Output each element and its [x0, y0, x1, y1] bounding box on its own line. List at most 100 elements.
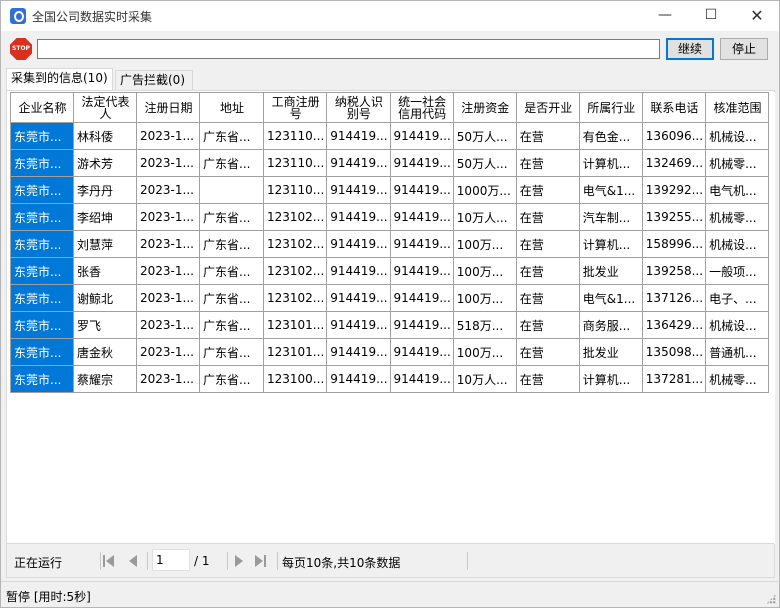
table-cell[interactable]: 计算机... — [578, 149, 643, 177]
table-cell[interactable]: 广东省... — [199, 149, 264, 177]
table-cell[interactable]: 914419... — [326, 149, 391, 177]
table-cell[interactable]: 2023-1... — [136, 122, 200, 150]
table-cell[interactable]: 刘慧萍 — [73, 230, 137, 258]
table-cell[interactable]: 广东省... — [199, 311, 264, 339]
table-cell[interactable]: 汽车制... — [578, 203, 643, 231]
table-cell[interactable] — [199, 176, 264, 204]
next-page-icon[interactable] — [233, 555, 245, 567]
table-cell[interactable]: 广东省... — [199, 284, 264, 312]
table-cell[interactable]: 132469... — [641, 149, 707, 177]
prev-page-icon[interactable] — [127, 555, 139, 567]
table-cell[interactable]: 2023-1... — [136, 257, 200, 285]
table-cell[interactable]: 10万人... — [452, 365, 517, 393]
column-header[interactable]: 企业名称 — [10, 92, 74, 123]
table-cell[interactable]: 在营 — [515, 257, 580, 285]
table-cell[interactable]: 123102... — [262, 230, 328, 258]
table-cell[interactable]: 东莞市... — [10, 122, 74, 150]
table-cell[interactable]: 123100... — [262, 365, 328, 393]
table-cell[interactable]: 139258... — [641, 257, 707, 285]
url-input[interactable] — [37, 39, 660, 59]
column-header[interactable]: 联系电话 — [641, 92, 707, 123]
table-cell[interactable]: 10万人... — [452, 203, 517, 231]
table-cell[interactable]: 东莞市... — [10, 311, 74, 339]
table-cell[interactable]: 914419... — [326, 230, 391, 258]
table-cell[interactable]: 123102... — [262, 203, 328, 231]
table-row[interactable]: 东莞市... 蔡耀宗 2023-1... 广东省... 123100... 914419.… — [10, 365, 770, 393]
table-cell[interactable]: 在营 — [515, 311, 580, 339]
table-cell[interactable]: 2023-1... — [136, 149, 200, 177]
table-row[interactable]: 东莞市... 唐金秋 2023-1... 广东省... 123101... 914419.… — [10, 338, 770, 366]
table-cell[interactable]: 123110... — [262, 122, 328, 150]
table-cell[interactable]: 2023-1... — [136, 203, 200, 231]
table-cell[interactable]: 林科倭 — [73, 122, 137, 150]
table-cell[interactable]: 在营 — [515, 338, 580, 366]
table-row[interactable]: 东莞市... 李丹丹 2023-1... 123110... 914419... 9144… — [10, 176, 770, 204]
table-cell[interactable]: 2023-1... — [136, 176, 200, 204]
table-cell[interactable]: 广东省... — [199, 338, 264, 366]
table-cell[interactable]: 在营 — [515, 122, 580, 150]
table-cell[interactable]: 914419... — [389, 149, 454, 177]
table-cell[interactable]: 东莞市... — [10, 284, 74, 312]
table-cell[interactable]: 游术芳 — [73, 149, 137, 177]
table-cell[interactable]: 914419... — [389, 230, 454, 258]
table-row[interactable]: 东莞市... 李绍坤 2023-1... 广东省... 123102... 914419.… — [10, 203, 770, 231]
table-cell[interactable]: 1000万... — [452, 176, 517, 204]
table-cell[interactable]: 914419... — [389, 203, 454, 231]
table-cell[interactable]: 在营 — [515, 284, 580, 312]
table-cell[interactable]: 2023-1... — [136, 230, 200, 258]
table-cell[interactable]: 有色金... — [578, 122, 643, 150]
table-cell[interactable]: 914419... — [389, 122, 454, 150]
stop-button[interactable]: 停止 — [720, 38, 768, 60]
column-header[interactable]: 是否开业 — [515, 92, 580, 123]
table-cell[interactable]: 机械零... — [705, 365, 770, 393]
table-cell[interactable]: 50万人... — [452, 149, 517, 177]
table-cell[interactable]: 158996... — [641, 230, 707, 258]
minimize-button[interactable]: — — [642, 1, 688, 31]
table-cell[interactable]: 在营 — [515, 365, 580, 393]
column-header[interactable]: 所属行业 — [578, 92, 643, 123]
table-cell[interactable]: 137126... — [641, 284, 707, 312]
first-page-icon[interactable] — [103, 555, 115, 567]
table-row[interactable]: 东莞市... 罗飞 2023-1... 广东省... 123101... 914419..… — [10, 311, 770, 339]
table-cell[interactable]: 机械设... — [705, 230, 770, 258]
table-cell[interactable]: 914419... — [389, 311, 454, 339]
table-cell[interactable]: 139292... — [641, 176, 707, 204]
table-cell[interactable]: 张香 — [73, 257, 137, 285]
tab-ad-block[interactable]: 广告拦截(0) — [115, 70, 193, 90]
table-cell[interactable]: 计算机... — [578, 365, 643, 393]
table-cell[interactable]: 机械设... — [705, 122, 770, 150]
table-cell[interactable]: 唐金秋 — [73, 338, 137, 366]
title-bar[interactable]: 全国公司数据实时采集 — ☐ ✕ — [1, 1, 779, 31]
table-cell[interactable]: 东莞市... — [10, 230, 74, 258]
table-cell[interactable]: 东莞市... — [10, 176, 74, 204]
table-cell[interactable]: 100万... — [452, 230, 517, 258]
table-cell[interactable]: 914419... — [326, 257, 391, 285]
table-cell[interactable]: 914419... — [326, 311, 391, 339]
table-cell[interactable]: 2023-1... — [136, 338, 200, 366]
maximize-button[interactable]: ☐ — [688, 1, 734, 31]
table-cell[interactable]: 2023-1... — [136, 311, 200, 339]
table-cell[interactable]: 在营 — [515, 203, 580, 231]
table-cell[interactable]: 一般项... — [705, 257, 770, 285]
table-cell[interactable]: 2023-1... — [136, 365, 200, 393]
table-cell[interactable]: 机械设... — [705, 311, 770, 339]
table-cell[interactable]: 518万... — [452, 311, 517, 339]
table-row[interactable]: 东莞市... 林科倭 2023-1... 广东省... 123110... 914419.… — [10, 122, 770, 150]
table-cell[interactable]: 普通机... — [705, 338, 770, 366]
resize-grip-icon[interactable] — [766, 594, 776, 604]
table-cell[interactable]: 电子、... — [705, 284, 770, 312]
table-cell[interactable]: 50万人... — [452, 122, 517, 150]
last-page-icon[interactable] — [255, 555, 267, 567]
table-cell[interactable]: 100万... — [452, 338, 517, 366]
table-cell[interactable]: 914419... — [389, 257, 454, 285]
table-cell[interactable]: 139255... — [641, 203, 707, 231]
tab-collected-info[interactable]: 采集到的信息(10) — [6, 68, 113, 90]
data-grid[interactable]: 企业名称 法定代表人 注册日期 地址 工商注册号 纳税人识别号 统一社会信用代码 注册资金 是否… — [10, 92, 775, 544]
table-row[interactable]: 东莞市... 游术芳 2023-1... 广东省... 123110... 914419.… — [10, 149, 770, 177]
table-cell[interactable]: 123110... — [262, 149, 328, 177]
table-cell[interactable]: 914419... — [326, 365, 391, 393]
table-cell[interactable]: 914419... — [389, 338, 454, 366]
table-cell[interactable]: 914419... — [326, 284, 391, 312]
column-header[interactable]: 注册日期 — [136, 92, 200, 123]
page-number-input[interactable]: 1 — [152, 549, 190, 571]
